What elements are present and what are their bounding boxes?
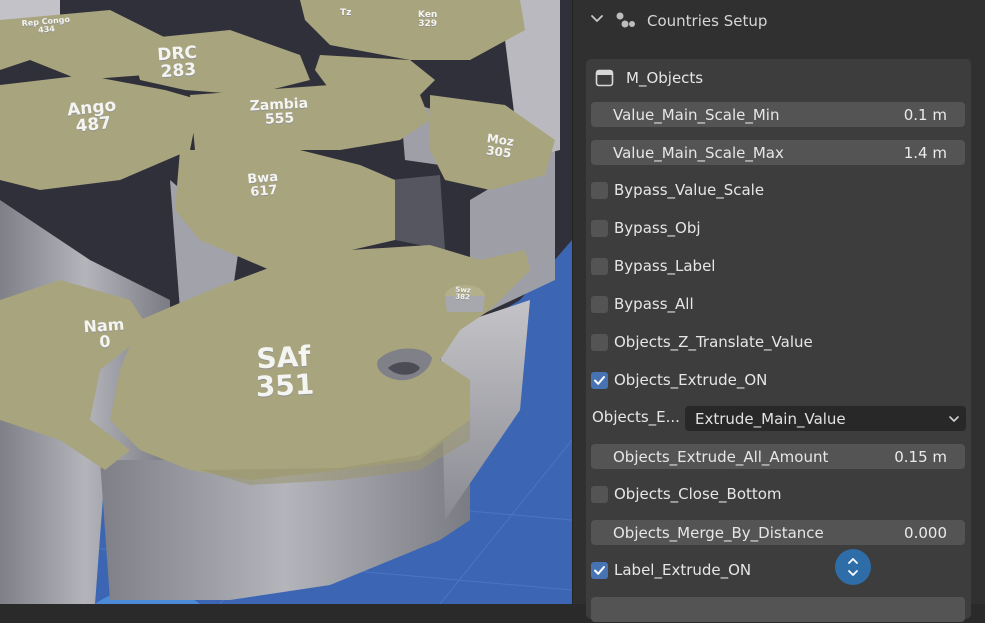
panel-header[interactable]: Countries Setup xyxy=(573,0,985,42)
map-label-zambia: Zambia 555 xyxy=(249,95,309,128)
field-label: Value_Main_Scale_Min xyxy=(613,105,780,124)
checkbox-label: Bypass_Value_Scale xyxy=(614,181,765,199)
objects-extrude-mode-dropdown[interactable]: Extrude_Main_Value xyxy=(685,406,966,431)
row-value-main-scale-max: Value_Main_Scale_Max 1.4 m xyxy=(586,140,971,166)
row-objects-extrude-mode: Objects_E... Extrude_Main_Value xyxy=(586,406,971,432)
checkbox-label: Bypass_Label xyxy=(614,257,716,275)
scroll-arrows-icon xyxy=(848,558,858,576)
field-label: Objects_Merge_By_Distance xyxy=(613,523,824,542)
field-label: Objects_Extrude_All_Amount xyxy=(613,447,829,466)
map-label-ango: Ango 487 xyxy=(66,95,118,137)
map-label-moz: Moz 305 xyxy=(485,131,515,161)
node-group-icon xyxy=(616,12,635,28)
map-label-ken: Ken 329 xyxy=(418,10,438,29)
row-objects-merge-by-distance: Objects_Merge_By_Distance 0.000 xyxy=(586,520,971,546)
bypass-label-checkbox[interactable] xyxy=(591,258,608,275)
map-label-bwa: Bwa 617 xyxy=(246,169,279,201)
subpanel-m-objects: M_Objects Value_Main_Scale_Min 0.1 m Val… xyxy=(586,59,971,622)
row-partial-next-field xyxy=(586,597,971,623)
row-objects-extrude-on[interactable]: Objects_Extrude_ON xyxy=(586,369,971,395)
map-label-saf: SAf 351 xyxy=(254,339,315,404)
objects-extrude-all-amount-field[interactable]: Objects_Extrude_All_Amount 0.15 m xyxy=(591,444,965,469)
row-bypass-label[interactable]: Bypass_Label xyxy=(586,255,971,281)
map-label-nam: Nam 0 xyxy=(82,314,125,352)
checkbox-label: Objects_Extrude_ON xyxy=(614,371,768,389)
panel-title: Countries Setup xyxy=(647,12,768,30)
bypass-all-checkbox[interactable] xyxy=(591,296,608,313)
dropdown-value: Extrude_Main_Value xyxy=(695,409,846,428)
checkbox-label: Objects_Close_Bottom xyxy=(614,485,782,503)
properties-panel: Countries Setup M_Objects Value_Main_Sca… xyxy=(572,0,985,622)
checkbox-label: Label_Extrude_ON xyxy=(614,561,752,579)
field-label: Value_Main_Scale_Max xyxy=(613,143,784,162)
objects-close-bottom-checkbox[interactable] xyxy=(591,486,608,503)
value-main-scale-min-field[interactable]: Value_Main_Scale_Min 0.1 m xyxy=(591,102,965,127)
checkmark-icon xyxy=(594,566,605,575)
map-render xyxy=(0,0,572,604)
scroll-handle[interactable] xyxy=(835,549,871,585)
checkbox-label: Bypass_Obj xyxy=(614,219,701,237)
row-value-main-scale-min: Value_Main_Scale_Min 0.1 m xyxy=(586,102,971,128)
3d-viewport[interactable]: Rep Congo 434 DRC 283 Ango 487 Zambia 55… xyxy=(0,0,572,604)
field-value: 1.4 m xyxy=(903,143,947,162)
row-objects-z-translate-value[interactable]: Objects_Z_Translate_Value xyxy=(586,331,971,357)
row-bypass-value-scale[interactable]: Bypass_Value_Scale xyxy=(586,179,971,205)
map-label-swz: Swz 382 xyxy=(455,285,472,302)
row-bypass-obj[interactable]: Bypass_Obj xyxy=(586,217,971,243)
checkbox-label: Bypass_All xyxy=(614,295,694,313)
bypass-obj-checkbox[interactable] xyxy=(591,220,608,237)
label-extrude-on-checkbox[interactable] xyxy=(591,562,608,579)
checkbox-label: Objects_Z_Translate_Value xyxy=(614,333,813,351)
objects-extrude-on-checkbox[interactable] xyxy=(591,372,608,389)
partial-field[interactable] xyxy=(591,597,965,622)
subpanel-title: M_Objects xyxy=(626,69,704,87)
chevron-down-icon[interactable] xyxy=(590,12,604,26)
row-label-extrude-on[interactable]: Label_Extrude_ON xyxy=(586,559,971,585)
row-objects-extrude-all-amount: Objects_Extrude_All_Amount 0.15 m xyxy=(586,444,971,470)
bypass-value-scale-checkbox[interactable] xyxy=(591,182,608,199)
field-value: 0.000 xyxy=(904,523,947,542)
enum-label: Objects_E... xyxy=(592,408,680,426)
map-label-drc: DRC 283 xyxy=(156,42,198,83)
row-bypass-all[interactable]: Bypass_All xyxy=(586,293,971,319)
field-value: 0.15 m xyxy=(894,447,947,466)
value-main-scale-max-field[interactable]: Value_Main_Scale_Max 1.4 m xyxy=(591,140,965,165)
checkmark-icon xyxy=(594,376,605,385)
row-objects-close-bottom[interactable]: Objects_Close_Bottom xyxy=(586,483,971,509)
map-label-tz: Tz xyxy=(340,8,352,18)
field-value: 0.1 m xyxy=(903,105,947,124)
window-icon xyxy=(595,69,614,87)
chevron-down-icon xyxy=(949,416,959,422)
objects-merge-by-distance-field[interactable]: Objects_Merge_By_Distance 0.000 xyxy=(591,520,965,545)
objects-z-translate-value-checkbox[interactable] xyxy=(591,334,608,351)
